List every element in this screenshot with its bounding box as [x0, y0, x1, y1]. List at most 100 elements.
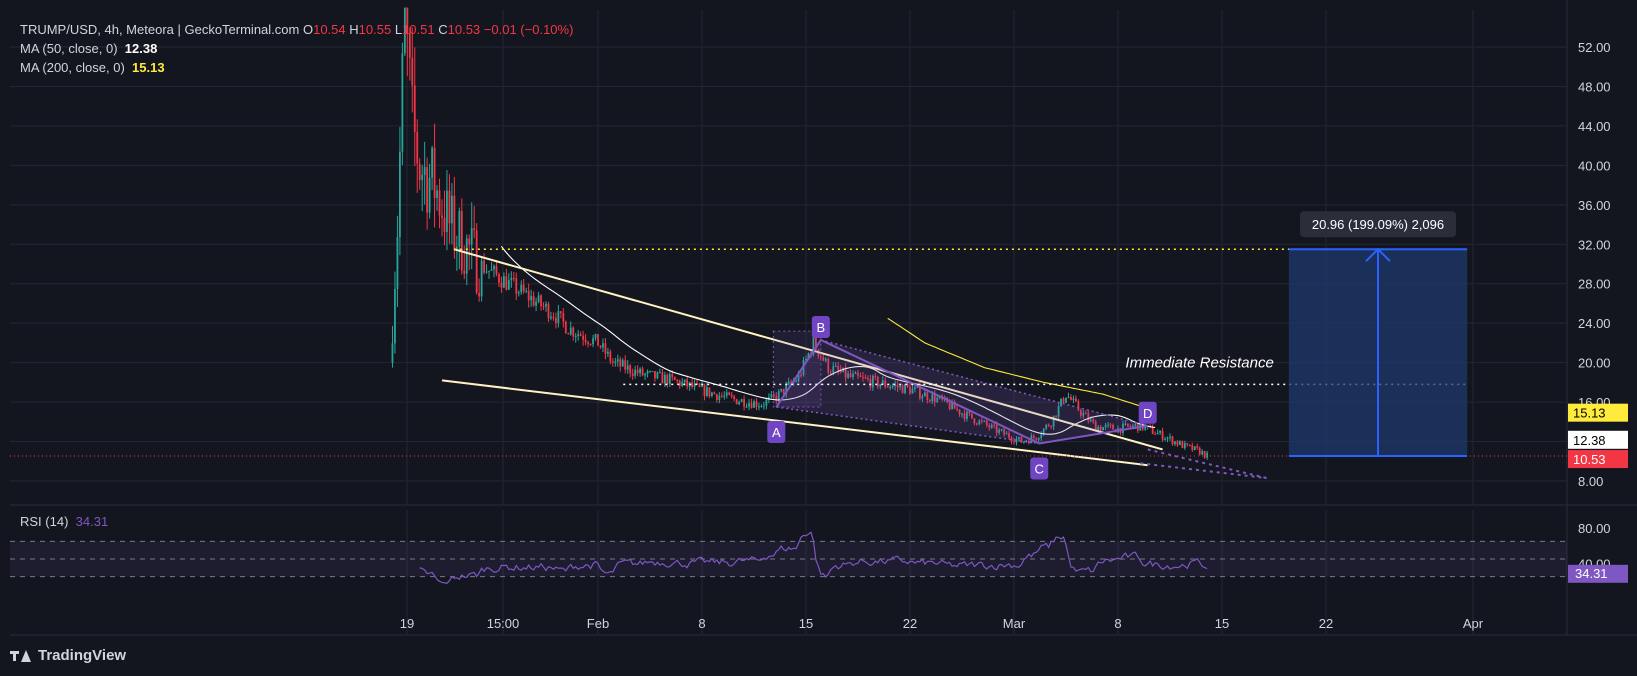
candle-body — [1181, 441, 1184, 448]
candle-body — [735, 399, 738, 405]
candle-body — [515, 278, 518, 294]
candle-body — [451, 195, 453, 224]
rsi-y-tick-label: 80.00 — [1578, 521, 1611, 536]
candle-body — [1072, 398, 1075, 400]
pattern-point-c-label: C — [1035, 462, 1044, 477]
candle-body — [574, 335, 577, 337]
ma200-row[interactable]: MA (200, close, 0) 15.13 — [20, 58, 573, 77]
candle-body — [1156, 432, 1159, 435]
candle-body — [485, 271, 488, 273]
candle-body — [399, 151, 401, 238]
candle-body — [654, 371, 656, 379]
candle-body — [1188, 444, 1191, 446]
rsi-value-tag: 34.31 — [1575, 566, 1608, 581]
candle-body — [564, 321, 567, 334]
x-tick-label: Feb — [587, 616, 609, 631]
close-value: 10.53 — [447, 22, 481, 37]
candle-body — [1062, 398, 1065, 403]
candle-body — [616, 359, 619, 362]
candle-body — [641, 368, 644, 376]
candle-body — [503, 276, 505, 288]
ma200-value: 15.13 — [132, 60, 165, 75]
candle-body — [587, 342, 589, 344]
candle-body — [1179, 441, 1181, 445]
candle-body — [488, 270, 490, 272]
candle-body — [1196, 446, 1199, 448]
candle-body — [634, 369, 637, 376]
x-tick-label: 19 — [400, 616, 414, 631]
candle-body — [671, 374, 674, 377]
high-label: H — [349, 22, 359, 37]
candle-body — [490, 269, 493, 271]
price-chart[interactable]: 19 15:00 Feb 8 15 22 Mar 8 15 22 Apr 52.00 48.00 44.0… — [0, 0, 1637, 676]
candle-body — [557, 311, 560, 324]
candle-body — [522, 284, 525, 292]
candle-body — [542, 306, 545, 308]
candle-body — [604, 343, 607, 354]
candle-body — [562, 313, 565, 322]
candle-body — [713, 392, 716, 395]
candle-body — [656, 372, 659, 379]
candle-body — [1013, 441, 1015, 443]
candle-body — [1164, 438, 1166, 440]
candle-body — [458, 210, 461, 247]
candle-body — [676, 379, 679, 381]
y-tick-label: 20.00 — [1578, 356, 1611, 371]
candle-body — [1075, 398, 1077, 402]
pattern-xb-box — [772, 330, 822, 408]
candle-body — [584, 339, 587, 343]
x-tick-label: 8 — [698, 616, 705, 631]
candle-body — [755, 401, 758, 407]
candle-body — [1169, 436, 1171, 438]
candle-body — [480, 260, 483, 297]
rsi-legend[interactable]: RSI (14) 34.31 — [20, 514, 108, 529]
candle-body — [438, 190, 441, 216]
candle-body — [758, 406, 760, 408]
candle-body — [765, 399, 768, 406]
candle-body — [701, 384, 703, 387]
ma50-row[interactable]: MA (50, close, 0) 12.38 — [20, 39, 573, 58]
candle-body — [423, 167, 426, 175]
candle-body — [720, 395, 723, 397]
candle-body — [1186, 443, 1189, 445]
candle-body — [1176, 441, 1179, 445]
candle-body — [550, 316, 552, 319]
candle-body — [760, 406, 763, 408]
candle-body — [649, 371, 651, 373]
candle-body — [572, 327, 575, 337]
candle-body — [609, 351, 612, 362]
price-tag-label: 15.13 — [1573, 406, 1606, 421]
candle-body — [738, 401, 741, 405]
candle-body — [745, 406, 748, 408]
candle-body — [1201, 451, 1204, 455]
candle-body — [599, 345, 602, 348]
candle-body — [500, 282, 503, 288]
tradingview-logo[interactable]: TradingView — [10, 647, 126, 664]
candle-body — [748, 403, 750, 407]
x-tick-label: Mar — [1003, 616, 1026, 631]
candle-body — [394, 289, 396, 344]
candle-body — [691, 382, 693, 387]
low-label: L — [394, 22, 403, 37]
immediate-resistance-label: Immediate Resistance — [1125, 354, 1273, 371]
x-tick-label: Apr — [1463, 616, 1484, 631]
candle-body — [396, 237, 399, 290]
candle-body — [436, 190, 438, 198]
candle-body — [725, 392, 728, 396]
candle-body — [661, 372, 664, 384]
candle-body — [418, 163, 421, 180]
candle-body — [525, 291, 528, 293]
candle-body — [475, 230, 478, 293]
candle-body — [483, 260, 485, 273]
pair-title: TRUMP/USD, 4h, Meteora | GeckoTerminal.c… — [20, 22, 300, 37]
candle-body — [465, 238, 468, 274]
candle-body — [644, 373, 646, 376]
candle-body — [619, 359, 622, 367]
candle-body — [559, 311, 562, 314]
y-tick-label: 52.00 — [1578, 40, 1611, 55]
candle-body — [614, 361, 617, 363]
high-value: 10.55 — [358, 22, 392, 37]
candle-body — [493, 265, 495, 270]
candle-body — [678, 380, 681, 386]
open-label: O — [302, 22, 314, 37]
